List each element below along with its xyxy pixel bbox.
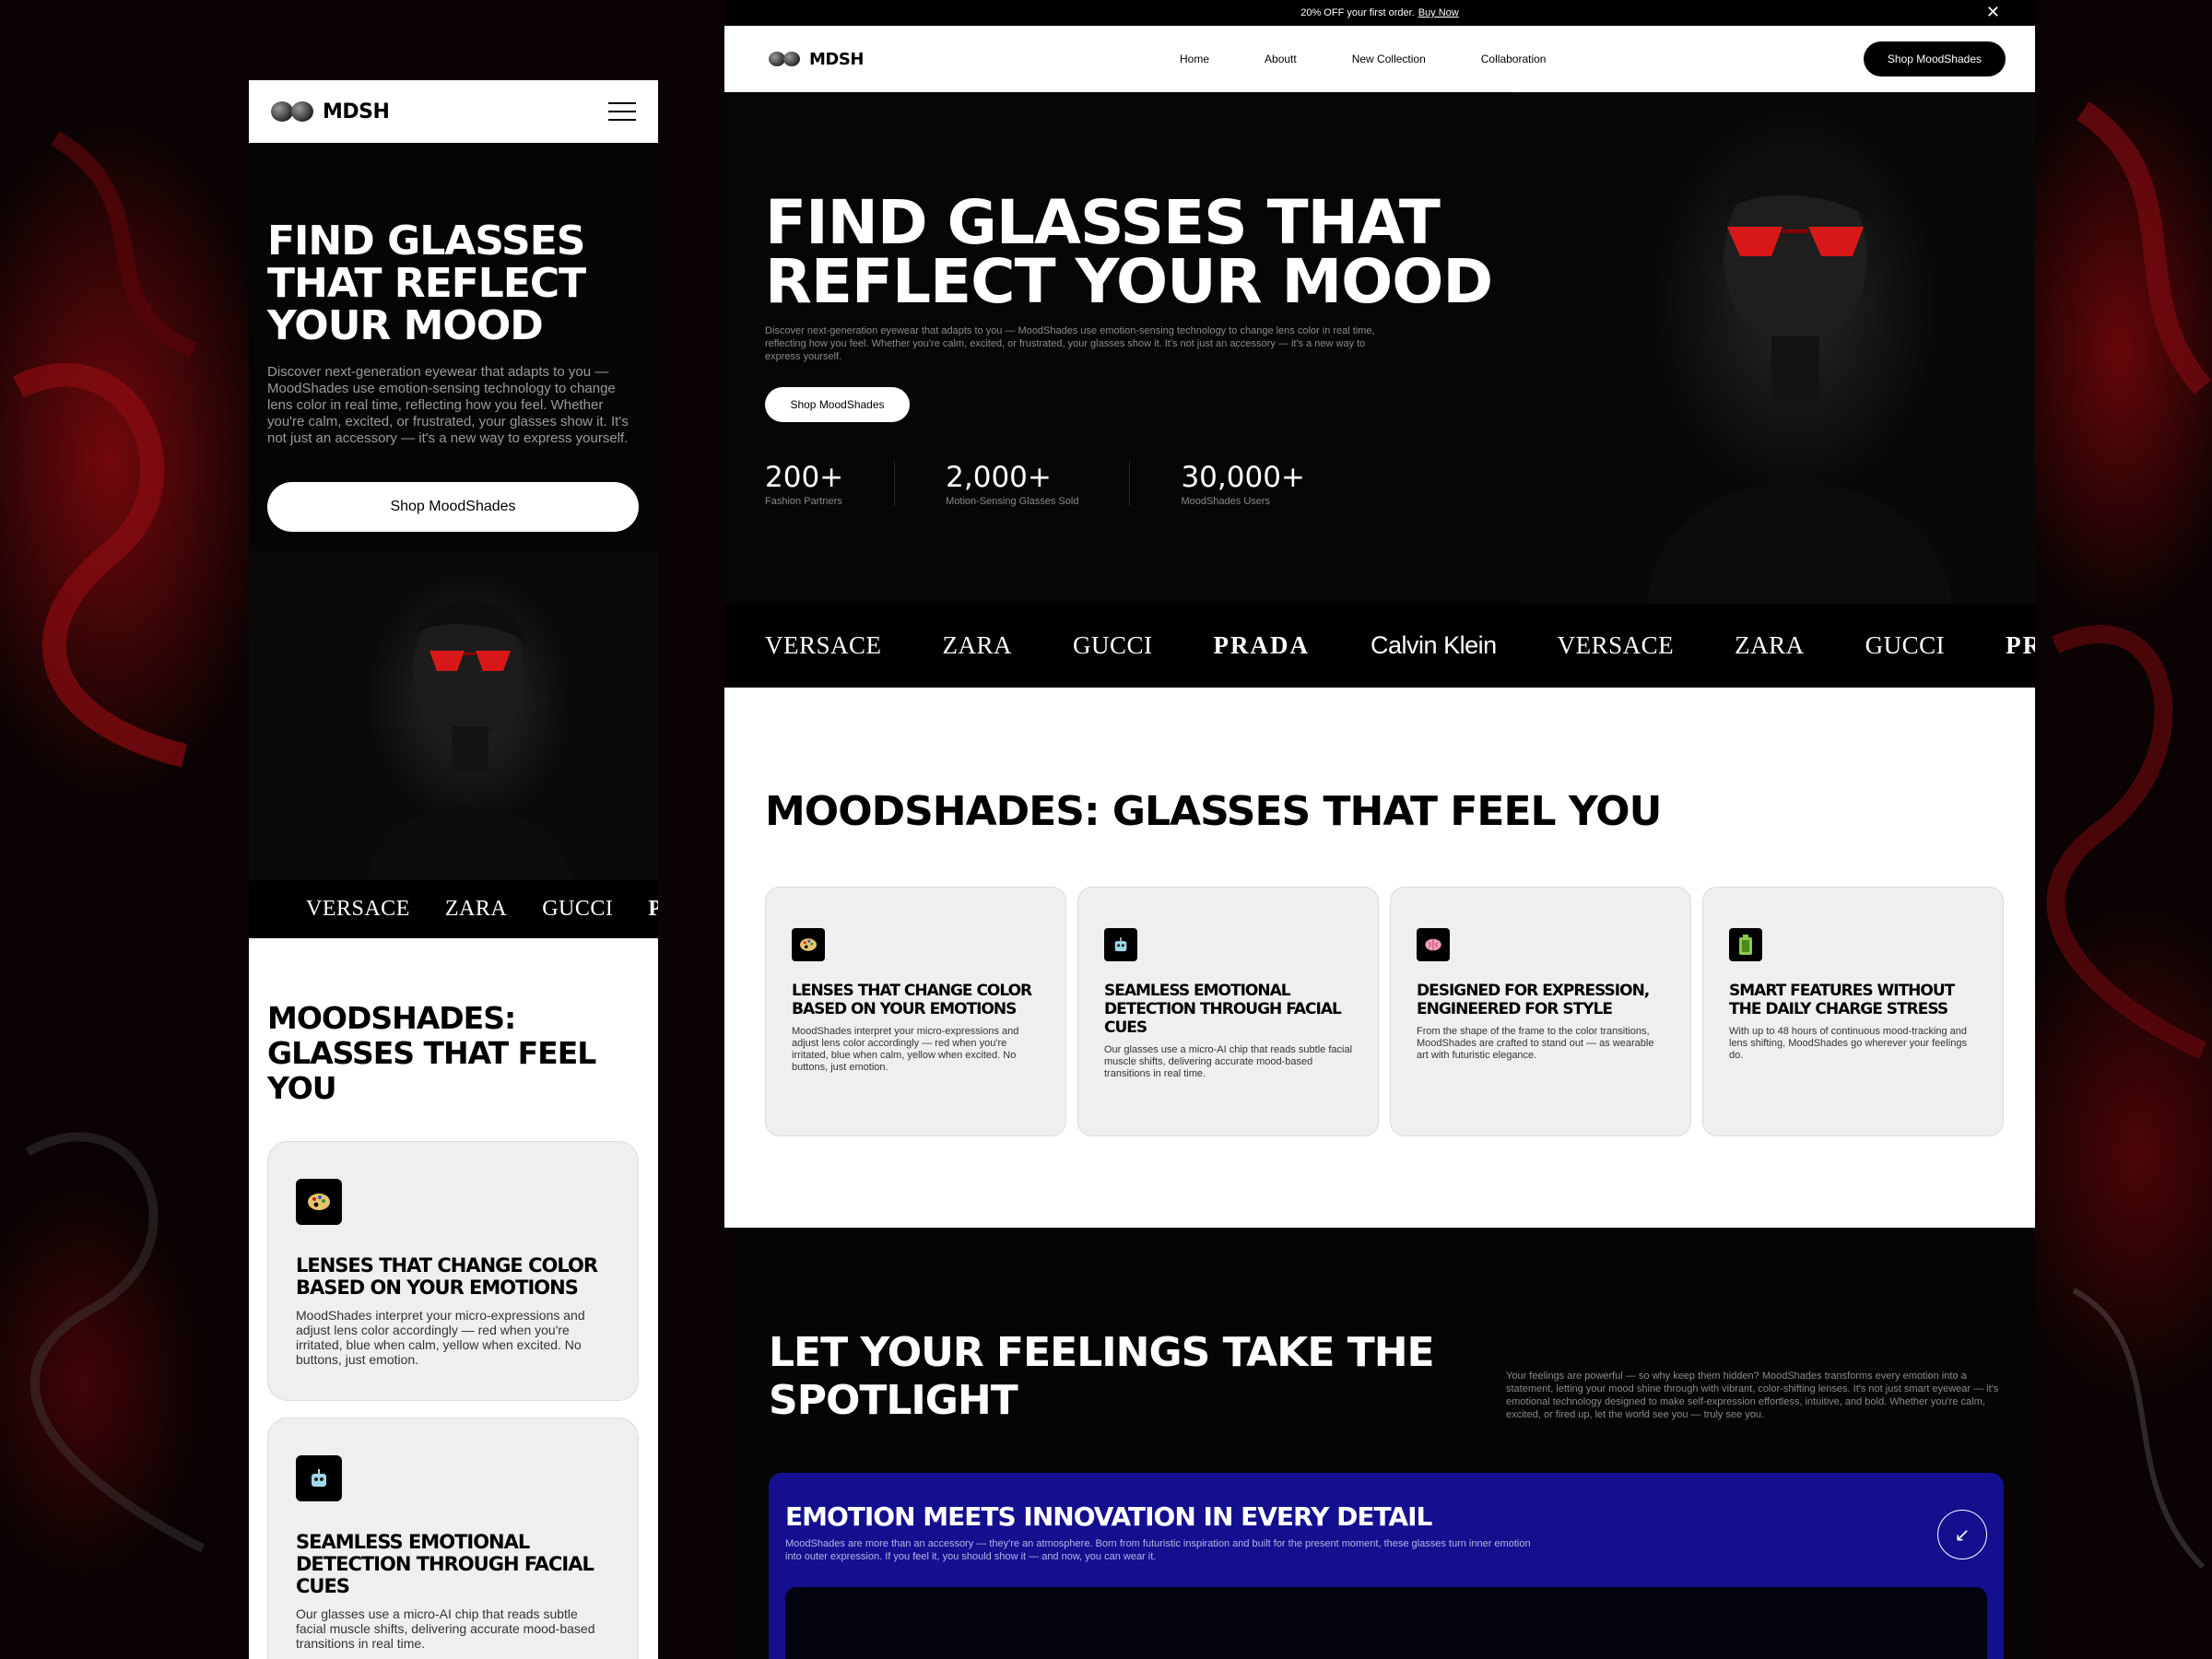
- desktop-hero: FIND GLASSES THAT REFLECT YOUR MOOD Disc…: [724, 92, 2035, 604]
- nav-link-about[interactable]: Aboutt: [1265, 53, 1297, 65]
- feature-card-text: From the shape of the frame to the color…: [1417, 1026, 1654, 1061]
- feature-card-title: LENSES THAT CHANGE COLOR BASED ON YOUR E…: [792, 982, 1032, 1018]
- navbar: MDSH Home Aboutt New Collection Collabor…: [724, 26, 2035, 92]
- innovation-panel: EMOTION MEETS INNOVATION IN EVERY DETAIL…: [769, 1473, 2004, 1659]
- announcement-text: 20% OFF your first order.: [1300, 7, 1415, 18]
- feature-card-title: DESIGNED FOR EXPRESSION, ENGINEERED FOR …: [1417, 982, 1650, 1018]
- feature-card-text: Our glasses use a micro-AI chip that rea…: [296, 1606, 595, 1651]
- shop-button[interactable]: Shop MoodShades: [765, 387, 910, 422]
- brand-logo: Calvin Klein: [1371, 631, 1497, 659]
- brand-logo: ZARA: [942, 631, 1013, 659]
- spotlight-section: LET YOUR FEELINGS TAKE THE SPOTLIGHT You…: [724, 1228, 2035, 1659]
- brand-logo: GUCCI: [542, 897, 614, 921]
- robot-icon: [1104, 928, 1137, 961]
- brand-strip: VERSACE ZARA GUCCI PR: [249, 880, 658, 938]
- palette-icon: [296, 1179, 342, 1225]
- mobile-header: MDSH: [249, 80, 658, 143]
- nav-links: Home Aboutt New Collection Collaboration: [1180, 26, 1546, 92]
- feature-card: SEAMLESS EMOTIONAL DETECTION THROUGH FAC…: [267, 1418, 639, 1659]
- feature-card-text: MoodShades interpret your micro-expressi…: [792, 1026, 1019, 1073]
- logo-mark-icon: [271, 101, 313, 122]
- feature-card: DESIGNED FOR EXPRESSION, ENGINEERED FOR …: [1390, 887, 1691, 1136]
- logo-text: MDSH: [323, 100, 390, 124]
- brand-logo: PRA: [2006, 631, 2035, 659]
- brand-logo: PRADA: [1213, 631, 1311, 659]
- brand-logo: VERSACE: [1557, 631, 1675, 659]
- innovation-text: MoodShades are more than an accessory — …: [785, 1538, 1531, 1562]
- feature-card: SMART FEATURES WITHOUT THE DAILY CHARGE …: [1702, 887, 2004, 1136]
- feature-card-title: SMART FEATURES WITHOUT THE DAILY CHARGE …: [1729, 982, 1955, 1018]
- logo[interactable]: MDSH: [769, 50, 864, 69]
- stat-fashion-partners: 200+ Fashion Partners: [765, 461, 896, 507]
- stat-value: 30,000+: [1181, 461, 1305, 494]
- feature-cards: LENSES THAT CHANGE COLOR BASED ON YOUR E…: [765, 887, 2006, 1136]
- nav-link-home[interactable]: Home: [1180, 53, 1209, 65]
- close-icon[interactable]: ✕: [1986, 4, 2000, 20]
- brand-logo: ZARA: [1735, 631, 1805, 659]
- hero-title: FIND GLASSES THAT REFLECT YOUR MOOD: [765, 187, 1493, 317]
- battery-icon: [1729, 928, 1762, 961]
- logo-text: MDSH: [809, 49, 864, 69]
- hero-description: Discover next-generation eyewear that ad…: [267, 364, 629, 446]
- robot-icon: [296, 1455, 342, 1501]
- stat-label: Fashion Partners: [765, 496, 842, 507]
- innovation-title: EMOTION MEETS INNOVATION IN EVERY DETAIL: [785, 1501, 1432, 1532]
- brand-strip: VERSACE ZARA GUCCI PRADA Calvin Klein VE…: [724, 604, 2035, 688]
- feature-card-text: Our glasses use a micro-AI chip that rea…: [1104, 1044, 1353, 1079]
- brand-logo: GUCCI: [1073, 631, 1153, 659]
- hamburger-icon[interactable]: [608, 102, 636, 121]
- buy-now-link[interactable]: Buy Now: [1418, 7, 1459, 18]
- palette-icon: [792, 928, 825, 961]
- hero-photo: [1519, 92, 2035, 604]
- brand-logo: VERSACE: [306, 897, 410, 921]
- feature-card: LENSES THAT CHANGE COLOR BASED ON YOUR E…: [765, 887, 1066, 1136]
- desktop-preview: 20% OFF your first order. Buy Now ✕ MDSH…: [724, 0, 2035, 1659]
- features-title: MOODSHADES: GLASSES THAT FEEL YOU: [765, 788, 1662, 835]
- hero-title: FIND GLASSES THAT REFLECT YOUR MOOD: [267, 218, 586, 349]
- feature-card: SEAMLESS EMOTIONAL DETECTION THROUGH FAC…: [1077, 887, 1379, 1136]
- model-with-red-glasses-image: [1648, 158, 1952, 604]
- brain-icon: [1417, 928, 1450, 961]
- features-section: MOODSHADES: GLASSES THAT FEEL YOU LENSES…: [724, 688, 2035, 1228]
- brand-logo: PR: [648, 897, 658, 921]
- model-with-red-glasses-image: [369, 600, 571, 880]
- announcement-bar: 20% OFF your first order. Buy Now ✕: [724, 0, 2035, 26]
- shop-button[interactable]: Shop MoodShades: [267, 482, 639, 532]
- brand-logo: ZARA: [444, 897, 508, 921]
- brand-logo: GUCCI: [1865, 631, 1946, 659]
- stat-users: 30,000+ MoodShades Users: [1181, 461, 1355, 507]
- brand-logo: VERSACE: [765, 631, 882, 659]
- spotlight-title: LET YOUR FEELINGS TAKE THE SPOTLIGHT: [769, 1329, 1435, 1424]
- feature-card-text: With up to 48 hours of continuous mood-t…: [1729, 1026, 1968, 1061]
- stat-value: 2,000+: [946, 461, 1052, 494]
- innovation-media: [785, 1587, 1987, 1659]
- mobile-hero: FIND GLASSES THAT REFLECT YOUR MOOD Disc…: [249, 143, 658, 551]
- hero-photo: [249, 551, 658, 880]
- hero-description: Discover next-generation eyewear that ad…: [765, 325, 1375, 362]
- feature-card-text: MoodShades interpret your micro-expressi…: [296, 1308, 585, 1367]
- stat-value: 200+: [765, 461, 844, 494]
- stats: 200+ Fashion Partners 2,000+ Motion-Sens…: [765, 461, 2035, 507]
- feature-card-title: SEAMLESS EMOTIONAL DETECTION THROUGH FAC…: [296, 1531, 594, 1597]
- stat-glasses-sold: 2,000+ Motion-Sensing Glasses Sold: [946, 461, 1131, 507]
- features-title: MOODSHADES: GLASSES THAT FEEL YOU: [267, 1000, 596, 1106]
- arrow-down-left-icon[interactable]: ↙: [1937, 1510, 1987, 1559]
- feature-card-title: SEAMLESS EMOTIONAL DETECTION THROUGH FAC…: [1104, 982, 1342, 1037]
- logo[interactable]: MDSH: [271, 100, 390, 124]
- logo-mark-icon: [769, 52, 800, 66]
- feature-card-title: LENSES THAT CHANGE COLOR BASED ON YOUR E…: [296, 1254, 598, 1299]
- spotlight-text: Your feelings are powerful — so why keep…: [1506, 1371, 1999, 1420]
- nav-link-collaboration[interactable]: Collaboration: [1481, 53, 1547, 65]
- stat-label: Motion-Sensing Glasses Sold: [946, 496, 1079, 507]
- mobile-preview: MDSH FIND GLASSES THAT REFLECT YOUR MOOD…: [249, 80, 658, 1659]
- feature-card: LENSES THAT CHANGE COLOR BASED ON YOUR E…: [267, 1141, 639, 1401]
- nav-shop-button[interactable]: Shop MoodShades: [1863, 41, 2006, 76]
- nav-link-new-collection[interactable]: New Collection: [1352, 53, 1426, 65]
- stat-label: MoodShades Users: [1181, 496, 1271, 507]
- features-section: MOODSHADES: GLASSES THAT FEEL YOU LENSES…: [249, 938, 658, 1659]
